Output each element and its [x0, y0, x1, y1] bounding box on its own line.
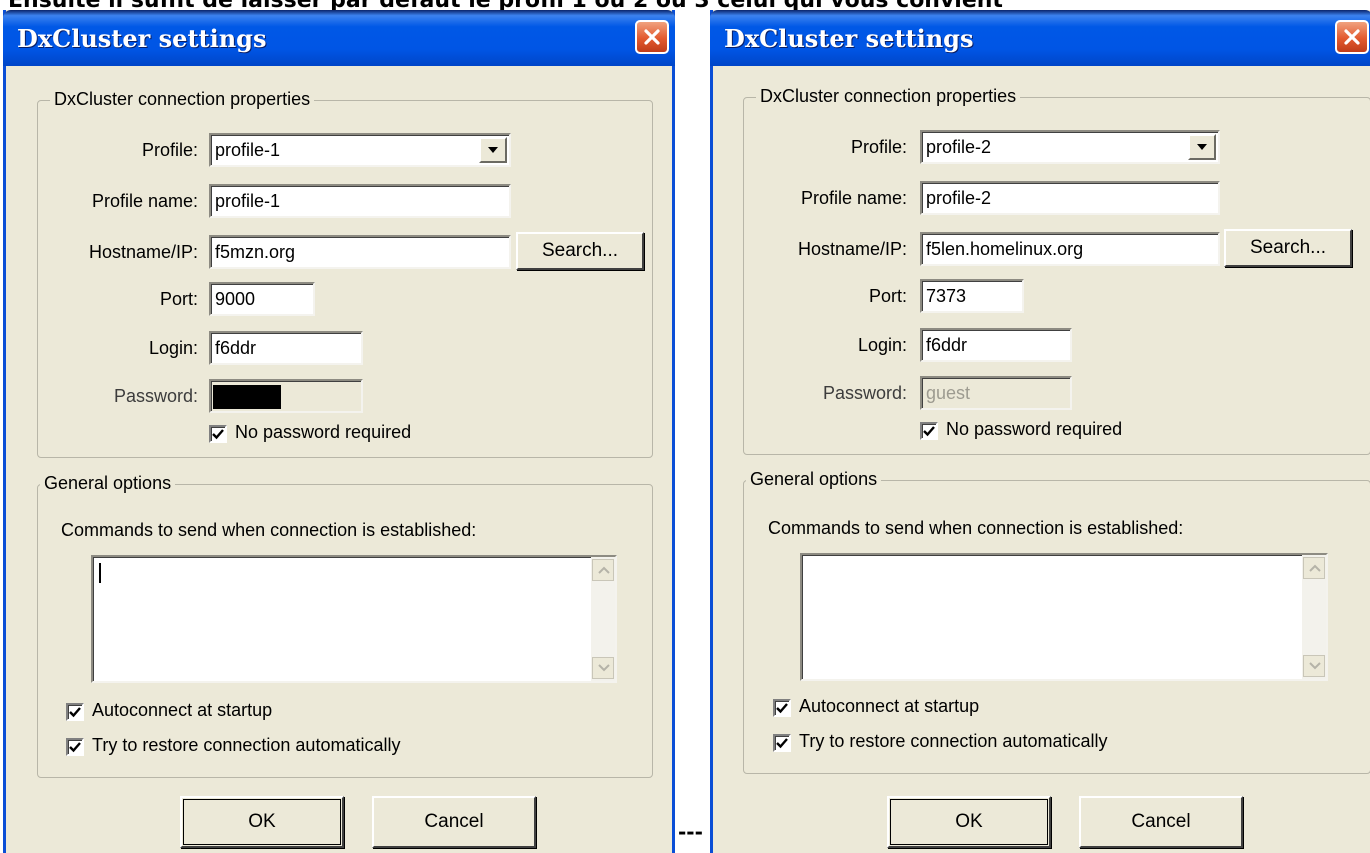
- checkmark-icon: [69, 742, 81, 753]
- no-password-label: No password required: [235, 422, 412, 442]
- cancel-button[interactable]: Cancel: [372, 796, 536, 848]
- dxcluster-settings-dialog-2: DxCluster settings DxCluster connection …: [710, 10, 1370, 853]
- chevron-down-icon: [488, 147, 498, 153]
- scroll-down-button[interactable]: [1303, 655, 1325, 677]
- profile-label: Profile:: [850, 137, 907, 157]
- login-label: Login:: [857, 335, 907, 355]
- search-button[interactable]: Search...: [1224, 229, 1352, 267]
- dialog-title: DxCluster settings: [724, 24, 974, 53]
- autoconnect-checkbox[interactable]: [66, 703, 84, 721]
- profile-label: Profile:: [141, 140, 198, 160]
- checkmark-icon: [212, 429, 224, 440]
- profile-name-label: Profile name:: [91, 191, 198, 211]
- hostname-label: Hostname/IP:: [88, 242, 198, 262]
- checkmark-icon: [776, 703, 788, 714]
- profile-name-label: Profile name:: [800, 188, 907, 208]
- restore-connection-label: Try to restore connection automatically: [799, 731, 1108, 751]
- chevron-down-icon: [598, 664, 610, 672]
- port-field[interactable]: 7373: [920, 279, 1024, 313]
- cancel-button[interactable]: Cancel: [1079, 796, 1243, 848]
- close-button[interactable]: [1335, 20, 1369, 54]
- commands-label: Commands to send when connection is esta…: [61, 520, 477, 540]
- profile-dropdown[interactable]: profile-2: [920, 130, 1220, 164]
- close-button[interactable]: [635, 20, 669, 54]
- text-caret: [99, 563, 101, 583]
- ok-button[interactable]: OK: [887, 796, 1051, 848]
- no-password-checkbox[interactable]: [920, 422, 938, 440]
- vertical-scrollbar[interactable]: [591, 557, 615, 681]
- chevron-up-icon: [1309, 564, 1321, 572]
- commands-label: Commands to send when connection is esta…: [768, 518, 1184, 538]
- profile-dropdown-value: profile-1: [215, 140, 281, 160]
- hostname-field[interactable]: f5mzn.org: [209, 235, 511, 269]
- chevron-up-icon: [598, 566, 610, 574]
- ok-button[interactable]: OK: [180, 796, 344, 848]
- separator-text: ---: [678, 820, 703, 844]
- checkmark-icon: [923, 426, 935, 437]
- autoconnect-label: Autoconnect at startup: [92, 700, 273, 720]
- login-label: Login:: [148, 338, 198, 358]
- profile-name-field[interactable]: profile-2: [920, 181, 1220, 215]
- profile-name-field[interactable]: profile-1: [209, 184, 511, 218]
- autoconnect-label: Autoconnect at startup: [799, 696, 980, 716]
- port-label: Port:: [868, 286, 907, 306]
- search-button[interactable]: Search...: [516, 232, 644, 270]
- chevron-down-icon: [1197, 144, 1207, 150]
- scroll-up-button[interactable]: [592, 559, 614, 581]
- dropdown-arrow-button[interactable]: [479, 137, 507, 163]
- login-field[interactable]: f6ddr: [209, 331, 363, 365]
- hostname-label: Hostname/IP:: [797, 239, 907, 259]
- close-icon: [1344, 29, 1360, 45]
- commands-textarea[interactable]: [91, 555, 617, 683]
- port-field[interactable]: 9000: [209, 282, 315, 316]
- title-bar[interactable]: DxCluster settings: [710, 10, 1370, 66]
- redaction-mask: [213, 385, 281, 409]
- hostname-field[interactable]: f5len.homelinux.org: [920, 232, 1220, 266]
- profile-dropdown[interactable]: profile-1: [209, 133, 511, 167]
- title-bar[interactable]: DxCluster settings: [3, 10, 675, 66]
- no-password-label: No password required: [946, 419, 1123, 439]
- restore-connection-label: Try to restore connection automatically: [92, 735, 401, 755]
- dialog-title: DxCluster settings: [17, 24, 267, 53]
- password-field: guest: [920, 376, 1072, 410]
- vertical-scrollbar[interactable]: [1302, 555, 1326, 679]
- group-legend: General options: [746, 469, 882, 490]
- profile-dropdown-value: profile-2: [926, 137, 992, 157]
- close-icon: [644, 29, 660, 45]
- chevron-down-icon: [1309, 662, 1321, 670]
- checkmark-icon: [776, 738, 788, 749]
- scroll-down-button[interactable]: [592, 657, 614, 679]
- group-legend: General options: [40, 473, 176, 494]
- restore-connection-checkbox[interactable]: [66, 738, 84, 756]
- dropdown-arrow-button[interactable]: [1188, 134, 1216, 160]
- dxcluster-settings-dialog-1: DxCluster settings DxCluster connection …: [3, 10, 675, 853]
- group-legend: DxCluster connection properties: [50, 89, 315, 110]
- group-legend: DxCluster connection properties: [756, 86, 1021, 107]
- port-label: Port:: [159, 289, 198, 309]
- no-password-checkbox[interactable]: [209, 425, 227, 443]
- password-label: Password:: [822, 383, 907, 403]
- password-label: Password:: [113, 386, 198, 406]
- scroll-up-button[interactable]: [1303, 557, 1325, 579]
- login-field[interactable]: f6ddr: [920, 328, 1072, 362]
- restore-connection-checkbox[interactable]: [773, 734, 791, 752]
- commands-textarea[interactable]: [800, 553, 1328, 681]
- password-field: [209, 379, 363, 413]
- checkmark-icon: [69, 707, 81, 718]
- autoconnect-checkbox[interactable]: [773, 699, 791, 717]
